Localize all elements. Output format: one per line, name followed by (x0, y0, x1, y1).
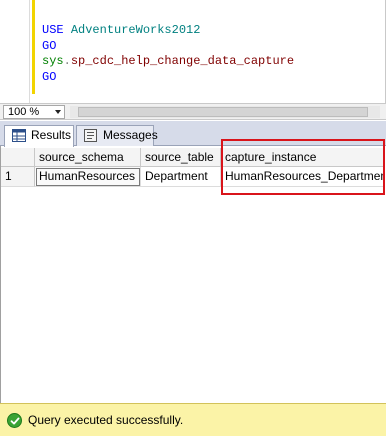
success-check-icon (7, 413, 22, 428)
query-status-bar: Query executed successfully. (0, 403, 386, 436)
database-name: AdventureWorks2012 (70, 23, 201, 37)
code-line: GO (42, 70, 294, 86)
schema-name: sys (42, 54, 64, 68)
code-line: GO (42, 39, 294, 55)
tab-messages[interactable]: Messages (76, 125, 158, 146)
column-header-source-schema[interactable]: source_schema (35, 148, 141, 167)
zoom-value: 100 % (8, 106, 40, 118)
editor-footer-bar: 100 % (0, 103, 386, 120)
row-header-corner[interactable] (1, 148, 35, 167)
tab-label: Results (31, 128, 72, 142)
row-number[interactable]: 1 (1, 167, 35, 187)
horizontal-scrollbar[interactable] (70, 106, 380, 118)
grid-icon (12, 129, 26, 142)
status-message: Query executed successfully. (28, 413, 184, 427)
code-line: sys.sp_cdc_help_change_data_capture (42, 54, 294, 70)
query-editor[interactable]: USE AdventureWorks2012 GO sys.sp_cdc_hel… (0, 0, 386, 103)
column-header-source-table[interactable]: source_table (141, 148, 221, 167)
editor-gutter (0, 0, 30, 103)
procedure-name: sp_cdc_help_change_data_capture (70, 54, 295, 68)
chevron-down-icon (55, 110, 61, 114)
annotation-highlight-box (221, 139, 385, 195)
tab-label: Messages (103, 128, 158, 142)
change-tracking-bar (32, 0, 35, 94)
sql-keyword: GO (42, 38, 57, 53)
code-line: USE AdventureWorks2012 (42, 23, 294, 39)
zoom-dropdown[interactable]: 100 % (3, 105, 65, 119)
cell-source-table[interactable]: Department (141, 167, 221, 187)
sql-keyword: GO (42, 69, 57, 84)
code-area[interactable]: USE AdventureWorks2012 GO sys.sp_cdc_hel… (42, 23, 294, 85)
cell-source-schema[interactable]: HumanResources (35, 167, 141, 187)
sql-keyword: USE (42, 23, 64, 37)
scrollbar-thumb[interactable] (78, 107, 368, 117)
messages-icon (84, 129, 97, 142)
tab-results[interactable]: Results (4, 125, 74, 147)
dot-separator: . (63, 54, 71, 68)
